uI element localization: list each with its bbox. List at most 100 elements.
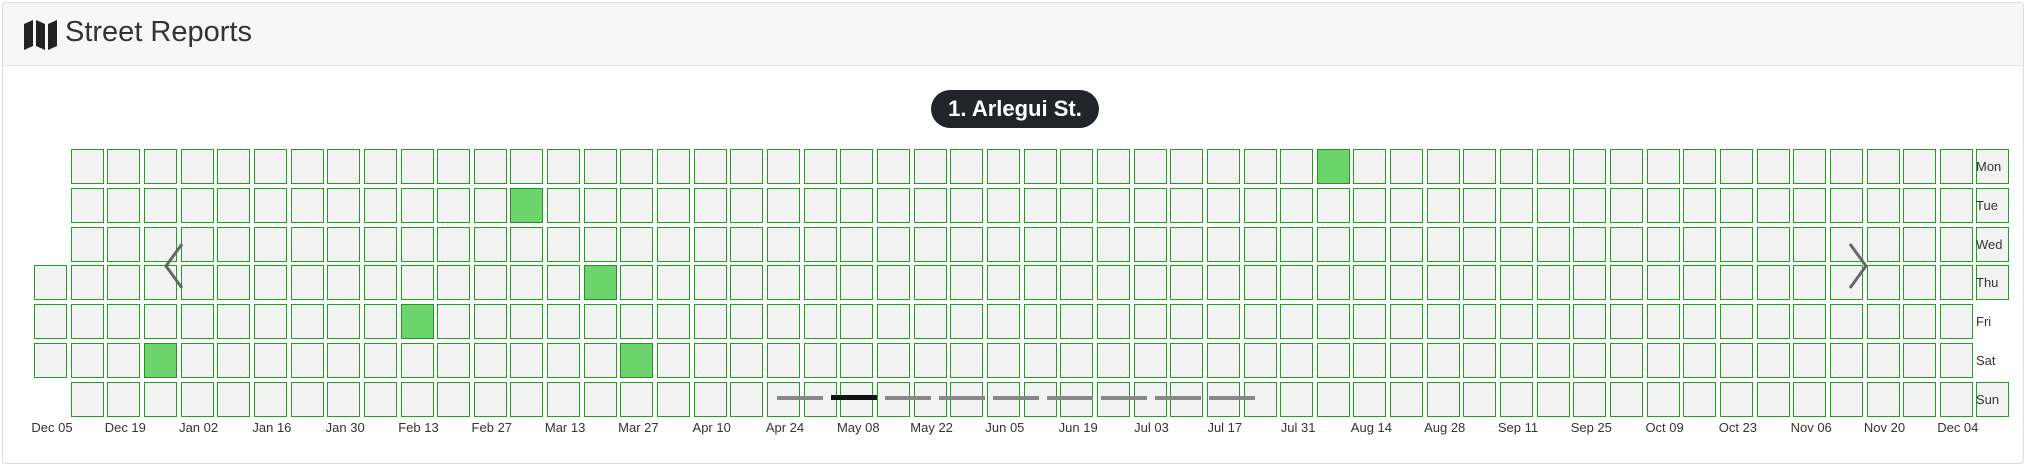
day-cell[interactable] xyxy=(143,304,177,340)
day-cell[interactable] xyxy=(327,265,361,301)
day-cell[interactable] xyxy=(657,343,690,378)
day-cell[interactable] xyxy=(1500,226,1533,262)
day-cell[interactable] xyxy=(803,265,837,301)
day-cell[interactable] xyxy=(253,343,287,378)
day-cell[interactable] xyxy=(1500,149,1533,184)
carousel-indicator[interactable] xyxy=(1047,396,1093,400)
day-cell[interactable] xyxy=(1243,149,1277,184)
day-cell[interactable] xyxy=(70,304,104,340)
day-cell[interactable] xyxy=(363,226,397,262)
day-cell[interactable] xyxy=(693,265,727,301)
day-cell[interactable] xyxy=(876,265,910,301)
day-cell[interactable] xyxy=(1793,381,1827,417)
day-cell[interactable] xyxy=(400,381,434,417)
day-cell[interactable] xyxy=(1903,149,1937,184)
day-cell[interactable] xyxy=(143,381,177,417)
day-cell[interactable] xyxy=(1756,149,1790,184)
day-cell[interactable] xyxy=(1719,149,1753,184)
day-cell[interactable] xyxy=(1353,304,1387,340)
day-cell[interactable] xyxy=(913,265,947,301)
day-cell[interactable] xyxy=(1390,226,1423,262)
day-cell[interactable] xyxy=(1500,187,1533,223)
day-cell[interactable] xyxy=(1023,226,1057,262)
day-cell[interactable] xyxy=(70,265,104,301)
day-cell[interactable] xyxy=(1683,226,1717,262)
day-cell[interactable] xyxy=(1280,187,1314,223)
day-cell-reported[interactable] xyxy=(400,304,434,340)
day-cell[interactable] xyxy=(1829,381,1863,417)
carousel-indicator[interactable] xyxy=(885,396,931,400)
day-cell[interactable] xyxy=(1243,304,1277,340)
day-cell[interactable] xyxy=(1390,265,1423,301)
day-cell[interactable] xyxy=(1426,149,1460,184)
day-cell[interactable] xyxy=(34,343,67,378)
day-cell[interactable] xyxy=(510,265,544,301)
day-cell[interactable] xyxy=(840,187,874,223)
day-cell[interactable] xyxy=(290,265,324,301)
carousel-indicator[interactable] xyxy=(831,395,877,400)
day-cell[interactable] xyxy=(1096,265,1130,301)
day-cell[interactable] xyxy=(1536,187,1570,223)
day-cell[interactable] xyxy=(620,226,654,262)
day-cell[interactable] xyxy=(1133,226,1167,262)
day-cell[interactable] xyxy=(876,149,910,184)
day-cell[interactable] xyxy=(1829,187,1863,223)
day-cell[interactable] xyxy=(1463,343,1497,378)
day-cell[interactable] xyxy=(583,304,617,340)
day-cell[interactable] xyxy=(950,343,984,378)
day-cell[interactable] xyxy=(400,149,434,184)
day-cell[interactable] xyxy=(913,149,947,184)
day-cell[interactable] xyxy=(290,343,324,378)
day-cell[interactable] xyxy=(1353,226,1387,262)
day-cell[interactable] xyxy=(437,304,471,340)
day-cell[interactable] xyxy=(1573,343,1607,378)
day-cell[interactable] xyxy=(1756,304,1790,340)
day-cell[interactable] xyxy=(1903,381,1937,417)
day-cell[interactable] xyxy=(1316,343,1350,378)
day-cell[interactable] xyxy=(547,226,581,262)
carousel-indicator[interactable] xyxy=(1155,396,1201,400)
day-cell[interactable] xyxy=(253,381,287,417)
day-cell[interactable] xyxy=(363,304,397,340)
day-cell[interactable] xyxy=(1170,187,1204,223)
day-cell[interactable] xyxy=(180,149,214,184)
day-cell[interactable] xyxy=(950,226,984,262)
day-cell[interactable] xyxy=(70,226,104,262)
day-cell[interactable] xyxy=(1829,343,1863,378)
day-cell[interactable] xyxy=(1096,343,1130,378)
day-cell[interactable] xyxy=(327,381,361,417)
day-cell[interactable] xyxy=(290,381,324,417)
day-cell[interactable] xyxy=(767,343,800,378)
day-cell[interactable] xyxy=(473,381,507,417)
day-cell[interactable] xyxy=(1096,226,1130,262)
day-cell[interactable] xyxy=(1316,226,1350,262)
day-cell[interactable] xyxy=(1646,149,1680,184)
day-cell[interactable] xyxy=(400,343,434,378)
day-cell[interactable] xyxy=(1610,226,1643,262)
day-cell[interactable] xyxy=(327,187,361,223)
day-cell[interactable] xyxy=(1390,149,1423,184)
day-cell[interactable] xyxy=(510,343,544,378)
day-cell[interactable] xyxy=(730,381,764,417)
day-cell[interactable] xyxy=(583,226,617,262)
day-cell[interactable] xyxy=(583,149,617,184)
day-cell[interactable] xyxy=(1939,304,1973,340)
day-cell[interactable] xyxy=(1646,226,1680,262)
day-cell[interactable] xyxy=(180,381,214,417)
day-cell[interactable] xyxy=(1793,226,1827,262)
day-cell[interactable] xyxy=(1463,265,1497,301)
day-cell[interactable] xyxy=(1683,381,1717,417)
day-cell[interactable] xyxy=(1756,343,1790,378)
day-cell[interactable] xyxy=(1683,265,1717,301)
day-cell[interactable] xyxy=(363,187,397,223)
day-cell[interactable] xyxy=(1719,304,1753,340)
day-cell[interactable] xyxy=(1573,304,1607,340)
day-cell[interactable] xyxy=(693,381,727,417)
carousel-indicator[interactable] xyxy=(1101,396,1147,400)
carousel-indicator[interactable] xyxy=(993,396,1039,400)
carousel-indicator[interactable] xyxy=(939,396,985,400)
day-cell[interactable] xyxy=(1243,226,1277,262)
day-cell[interactable] xyxy=(1573,149,1607,184)
day-cell[interactable] xyxy=(1719,343,1753,378)
day-cell[interactable] xyxy=(1023,343,1057,378)
